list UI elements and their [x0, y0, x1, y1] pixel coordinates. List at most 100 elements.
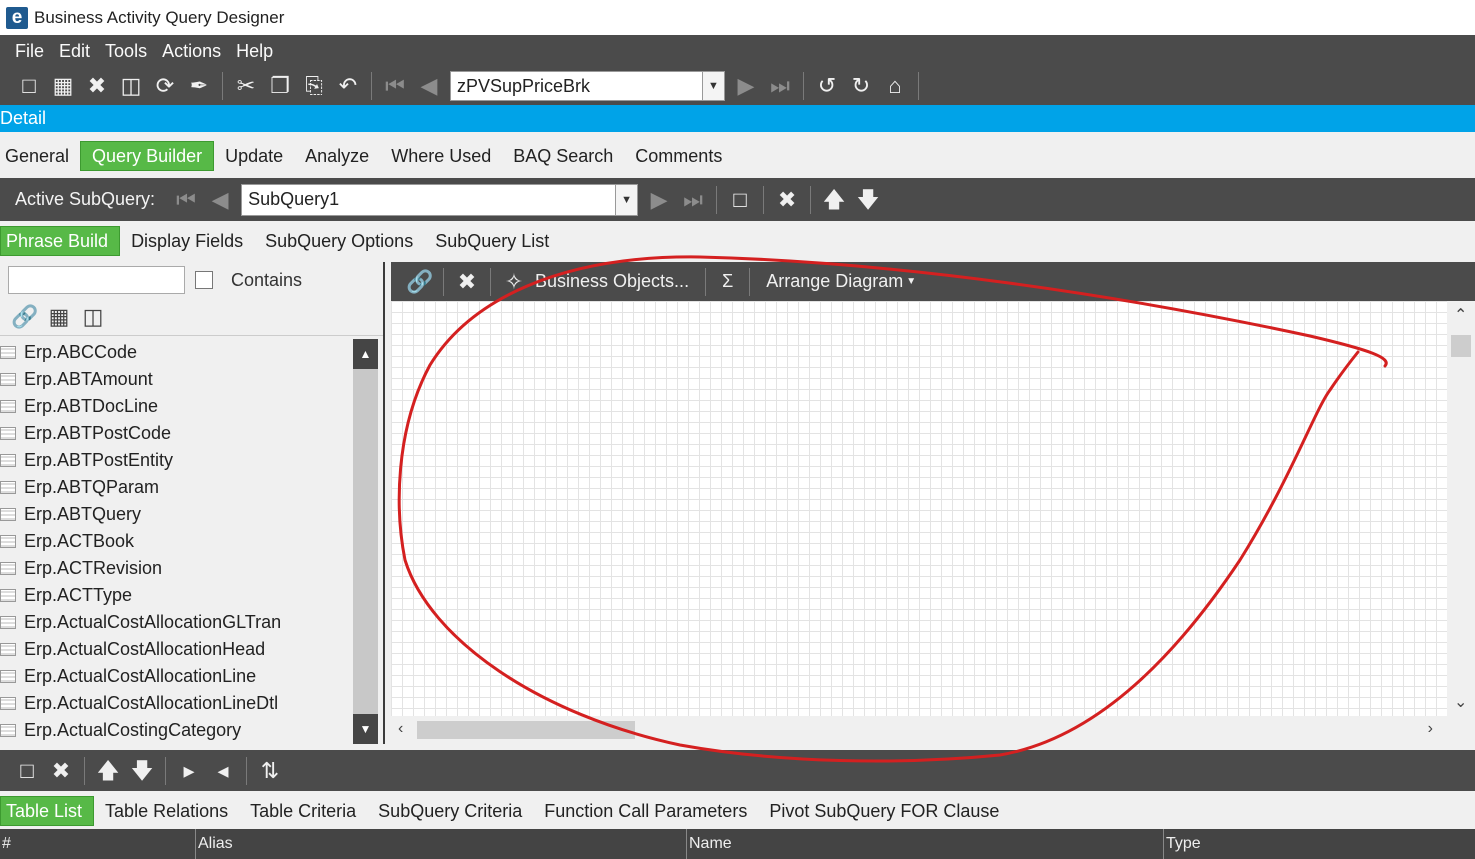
table-list-item[interactable]: Erp.ACTBook — [0, 528, 353, 555]
menu-help[interactable]: Help — [236, 41, 273, 62]
refresh-icon[interactable]: ⟳ — [148, 71, 182, 101]
next-icon[interactable]: ▶ — [642, 185, 676, 215]
query-combo[interactable]: zPVSupPriceBrk ▼ — [450, 71, 725, 101]
scroll-thumb[interactable] — [1451, 335, 1471, 357]
table-list-scrollbar[interactable]: ▲ ▼ — [353, 339, 378, 744]
table-list-item[interactable]: Erp.ABTQuery — [0, 501, 353, 528]
save-icon[interactable]: ▦ — [46, 71, 80, 101]
table-list-item[interactable]: Erp.ABTQParam — [0, 474, 353, 501]
clear-icon[interactable]: ◫ — [114, 71, 148, 101]
undo-icon[interactable]: ↶ — [331, 71, 365, 101]
delete-icon[interactable]: ✖ — [44, 756, 78, 786]
last-icon[interactable]: ⏭ — [763, 71, 797, 101]
prev-icon[interactable]: ◀ — [412, 71, 446, 101]
table-list-item[interactable]: Erp.ACTRevision — [0, 555, 353, 582]
move-left-icon[interactable]: ◂ — [206, 756, 240, 786]
tab-subquery-criteria[interactable]: SubQuery Criteria — [367, 796, 533, 826]
subquery-combo[interactable]: SubQuery1 ▼ — [241, 183, 639, 216]
table-list-item[interactable]: Erp.ActualCostAllocationGLTran — [0, 609, 353, 636]
scroll-left-icon[interactable]: ‹ — [398, 720, 403, 738]
tab-general[interactable]: General — [0, 141, 80, 171]
table-list-item[interactable]: Erp.ABTPostCode — [0, 420, 353, 447]
back-icon[interactable]: ↺ — [810, 71, 844, 101]
tab-subquery-list[interactable]: SubQuery List — [424, 226, 560, 256]
column-number[interactable]: # — [0, 829, 195, 859]
move-up-icon[interactable]: 🡅 — [91, 756, 125, 786]
table-filter-input[interactable] — [8, 266, 185, 294]
menu-actions[interactable]: Actions — [162, 41, 221, 62]
move-up-icon[interactable]: 🡅 — [817, 185, 851, 215]
tab-pivot-subquery[interactable]: Pivot SubQuery FOR Clause — [758, 796, 1010, 826]
last-icon[interactable]: ⏭ — [676, 185, 710, 215]
tab-comments[interactable]: Comments — [624, 141, 733, 171]
cut-icon[interactable]: ✂ — [229, 71, 263, 101]
tab-table-criteria[interactable]: Table Criteria — [239, 796, 367, 826]
home-icon[interactable]: ⌂ — [878, 71, 912, 101]
table-list-item[interactable]: Erp.ABCCode — [0, 339, 353, 366]
paste-icon[interactable]: ⎘ — [297, 71, 331, 101]
contains-checkbox[interactable] — [195, 271, 213, 289]
menu-file[interactable]: File — [15, 41, 44, 62]
sort-icon[interactable]: ⇅ — [253, 756, 287, 786]
first-icon[interactable]: ⏮ — [378, 71, 412, 101]
table-list-item[interactable]: Erp.ActualCostingCategory — [0, 717, 353, 744]
prev-icon[interactable]: ◀ — [203, 185, 237, 215]
column-name[interactable]: Name — [686, 829, 1163, 859]
delete-icon[interactable]: ✖ — [450, 267, 484, 297]
tab-baq-search[interactable]: BAQ Search — [502, 141, 624, 171]
sigma-button[interactable]: Σ — [722, 271, 733, 292]
scroll-up-icon[interactable]: ▲ — [353, 339, 378, 369]
business-objects-button[interactable]: Business Objects... — [535, 271, 689, 292]
chevron-down-icon[interactable]: ▼ — [702, 72, 724, 100]
scroll-down-icon[interactable]: ⌄ — [1454, 692, 1467, 712]
tab-display-fields[interactable]: Display Fields — [120, 226, 254, 256]
link-icon[interactable]: 🔗 — [8, 302, 42, 332]
tab-update[interactable]: Update — [214, 141, 294, 171]
tab-analyze[interactable]: Analyze — [294, 141, 380, 171]
tab-function-call-parameters[interactable]: Function Call Parameters — [533, 796, 758, 826]
tab-where-used[interactable]: Where Used — [380, 141, 502, 171]
table-list-item[interactable]: Erp.ABTDocLine — [0, 393, 353, 420]
scroll-down-icon[interactable]: ▼ — [353, 714, 378, 744]
chevron-down-icon[interactable]: ▼ — [615, 184, 638, 215]
paint-icon[interactable]: ✒ — [182, 71, 216, 101]
move-down-icon[interactable]: 🡇 — [125, 756, 159, 786]
move-down-icon[interactable]: 🡇 — [851, 185, 885, 215]
table-options-icon[interactable]: ◫ — [76, 302, 110, 332]
arrange-diagram-button[interactable]: Arrange Diagram — [766, 271, 903, 292]
scroll-thumb[interactable] — [417, 721, 635, 739]
table-list-item[interactable]: Erp.ActualCostAllocationLine — [0, 663, 353, 690]
tab-table-list[interactable]: Table List — [0, 796, 95, 826]
forward-icon[interactable]: ↻ — [844, 71, 878, 101]
first-icon[interactable]: ⏮ — [169, 185, 203, 215]
table-list-item[interactable]: Erp.ActualCostAllocationHead — [0, 636, 353, 663]
move-right-icon[interactable]: ▸ — [172, 756, 206, 786]
table-list-item[interactable]: Erp.ABTAmount — [0, 366, 353, 393]
delete-subquery-icon[interactable]: ✖ — [770, 185, 804, 215]
scroll-right-icon[interactable]: › — [1428, 720, 1433, 738]
new-icon[interactable]: □ — [12, 71, 46, 101]
column-type[interactable]: Type — [1163, 829, 1475, 859]
scroll-up-icon[interactable]: ⌃ — [1454, 305, 1467, 325]
table-list-item[interactable]: Erp.ActualCostAllocationLineDtl — [0, 690, 353, 717]
column-alias[interactable]: Alias — [195, 829, 686, 859]
chevron-down-icon[interactable]: ▼ — [906, 276, 916, 287]
copy-icon[interactable]: ❐ — [263, 71, 297, 101]
table-list-item[interactable]: Erp.ACTType — [0, 582, 353, 609]
delete-icon[interactable]: ✖ — [80, 71, 114, 101]
tab-subquery-options[interactable]: SubQuery Options — [254, 226, 424, 256]
tab-query-builder[interactable]: Query Builder — [80, 141, 215, 171]
menu-edit[interactable]: Edit — [59, 41, 90, 62]
table-list-item[interactable]: Erp.ABTPostEntity — [0, 447, 353, 474]
next-icon[interactable]: ▶ — [729, 71, 763, 101]
diagram-canvas[interactable] — [391, 301, 1447, 716]
tab-table-relations[interactable]: Table Relations — [94, 796, 239, 826]
menu-tools[interactable]: Tools — [105, 41, 147, 62]
new-icon[interactable]: □ — [10, 756, 44, 786]
new-subquery-icon[interactable]: □ — [723, 185, 757, 215]
link-icon[interactable]: 🔗 — [403, 267, 437, 297]
tab-phrase-build[interactable]: Phrase Build — [0, 226, 121, 256]
table-icon[interactable]: ▦ — [42, 302, 76, 332]
diagram-vertical-scrollbar[interactable]: ⌃ ⌄ — [1447, 301, 1475, 716]
diagram-horizontal-scrollbar[interactable]: ‹ › — [391, 716, 1447, 744]
